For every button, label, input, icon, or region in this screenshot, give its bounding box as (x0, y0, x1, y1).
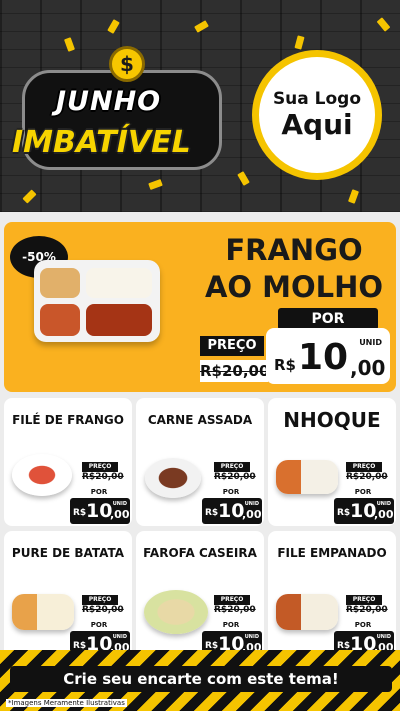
por-label: POR (222, 621, 240, 629)
product-price: R$ 10,00 UNID (70, 498, 130, 524)
por-label: POR (354, 621, 372, 629)
product-price: R$ 10,00 UNID (334, 498, 394, 524)
food-plate-image (12, 454, 72, 496)
featured-price: UNID R$ 10 ,00 (266, 328, 390, 384)
preco-box: PREÇO R$20,00 (214, 595, 256, 616)
product-name: NHOQUE (283, 408, 381, 432)
preco-box: PREÇO R$20,00 (346, 462, 388, 483)
featured-old-price: R$20,00 (200, 360, 270, 382)
food-tray-image (34, 260, 160, 342)
logo-placeholder: Sua Logo Aqui (252, 50, 382, 180)
logo-line-2: Aqui (281, 108, 353, 141)
logo-line-1: Sua Logo (272, 89, 362, 109)
product-name: FILE EMPANADO (277, 546, 387, 560)
food-tray-image (12, 594, 74, 630)
food-bowl-image (144, 590, 208, 634)
title-line-2: IMBATÍVEL (12, 125, 191, 160)
preco-box: PREÇO R$20,00 (346, 595, 388, 616)
por-label: POR (354, 488, 372, 496)
por-label: POR (90, 488, 108, 496)
featured-preco-label: PREÇO (200, 336, 264, 356)
por-label: POR (90, 621, 108, 629)
product-name: CARNE ASSADA (147, 413, 253, 427)
dollar-coin-icon: $ (109, 46, 145, 82)
featured-product-name: FRANGO AO MOLHO (204, 233, 384, 304)
preco-box: PREÇO R$20,00 (214, 462, 256, 483)
product-name: FILÉ DE FRANGO (12, 413, 124, 427)
food-tray-image (276, 594, 338, 630)
preco-box: PREÇO R$20,00 (82, 462, 124, 483)
food-tray-image (276, 460, 338, 494)
disclaimer-note: *Imagens Meramente Ilustrativas (6, 699, 127, 707)
product-price: R$ 10,00 UNID (202, 498, 262, 524)
product-name: FAROFA CASEIRA (143, 546, 257, 560)
food-plate-image (145, 458, 201, 498)
featured-por-label: POR (278, 308, 378, 330)
preco-box: PREÇO R$20,00 (82, 595, 124, 616)
title-line-1: JUNHO (56, 86, 162, 117)
por-label: POR (222, 488, 240, 496)
product-name: PURE DE BATATA (11, 546, 125, 560)
cta-banner[interactable]: Crie seu encarte com este tema! (10, 666, 392, 692)
